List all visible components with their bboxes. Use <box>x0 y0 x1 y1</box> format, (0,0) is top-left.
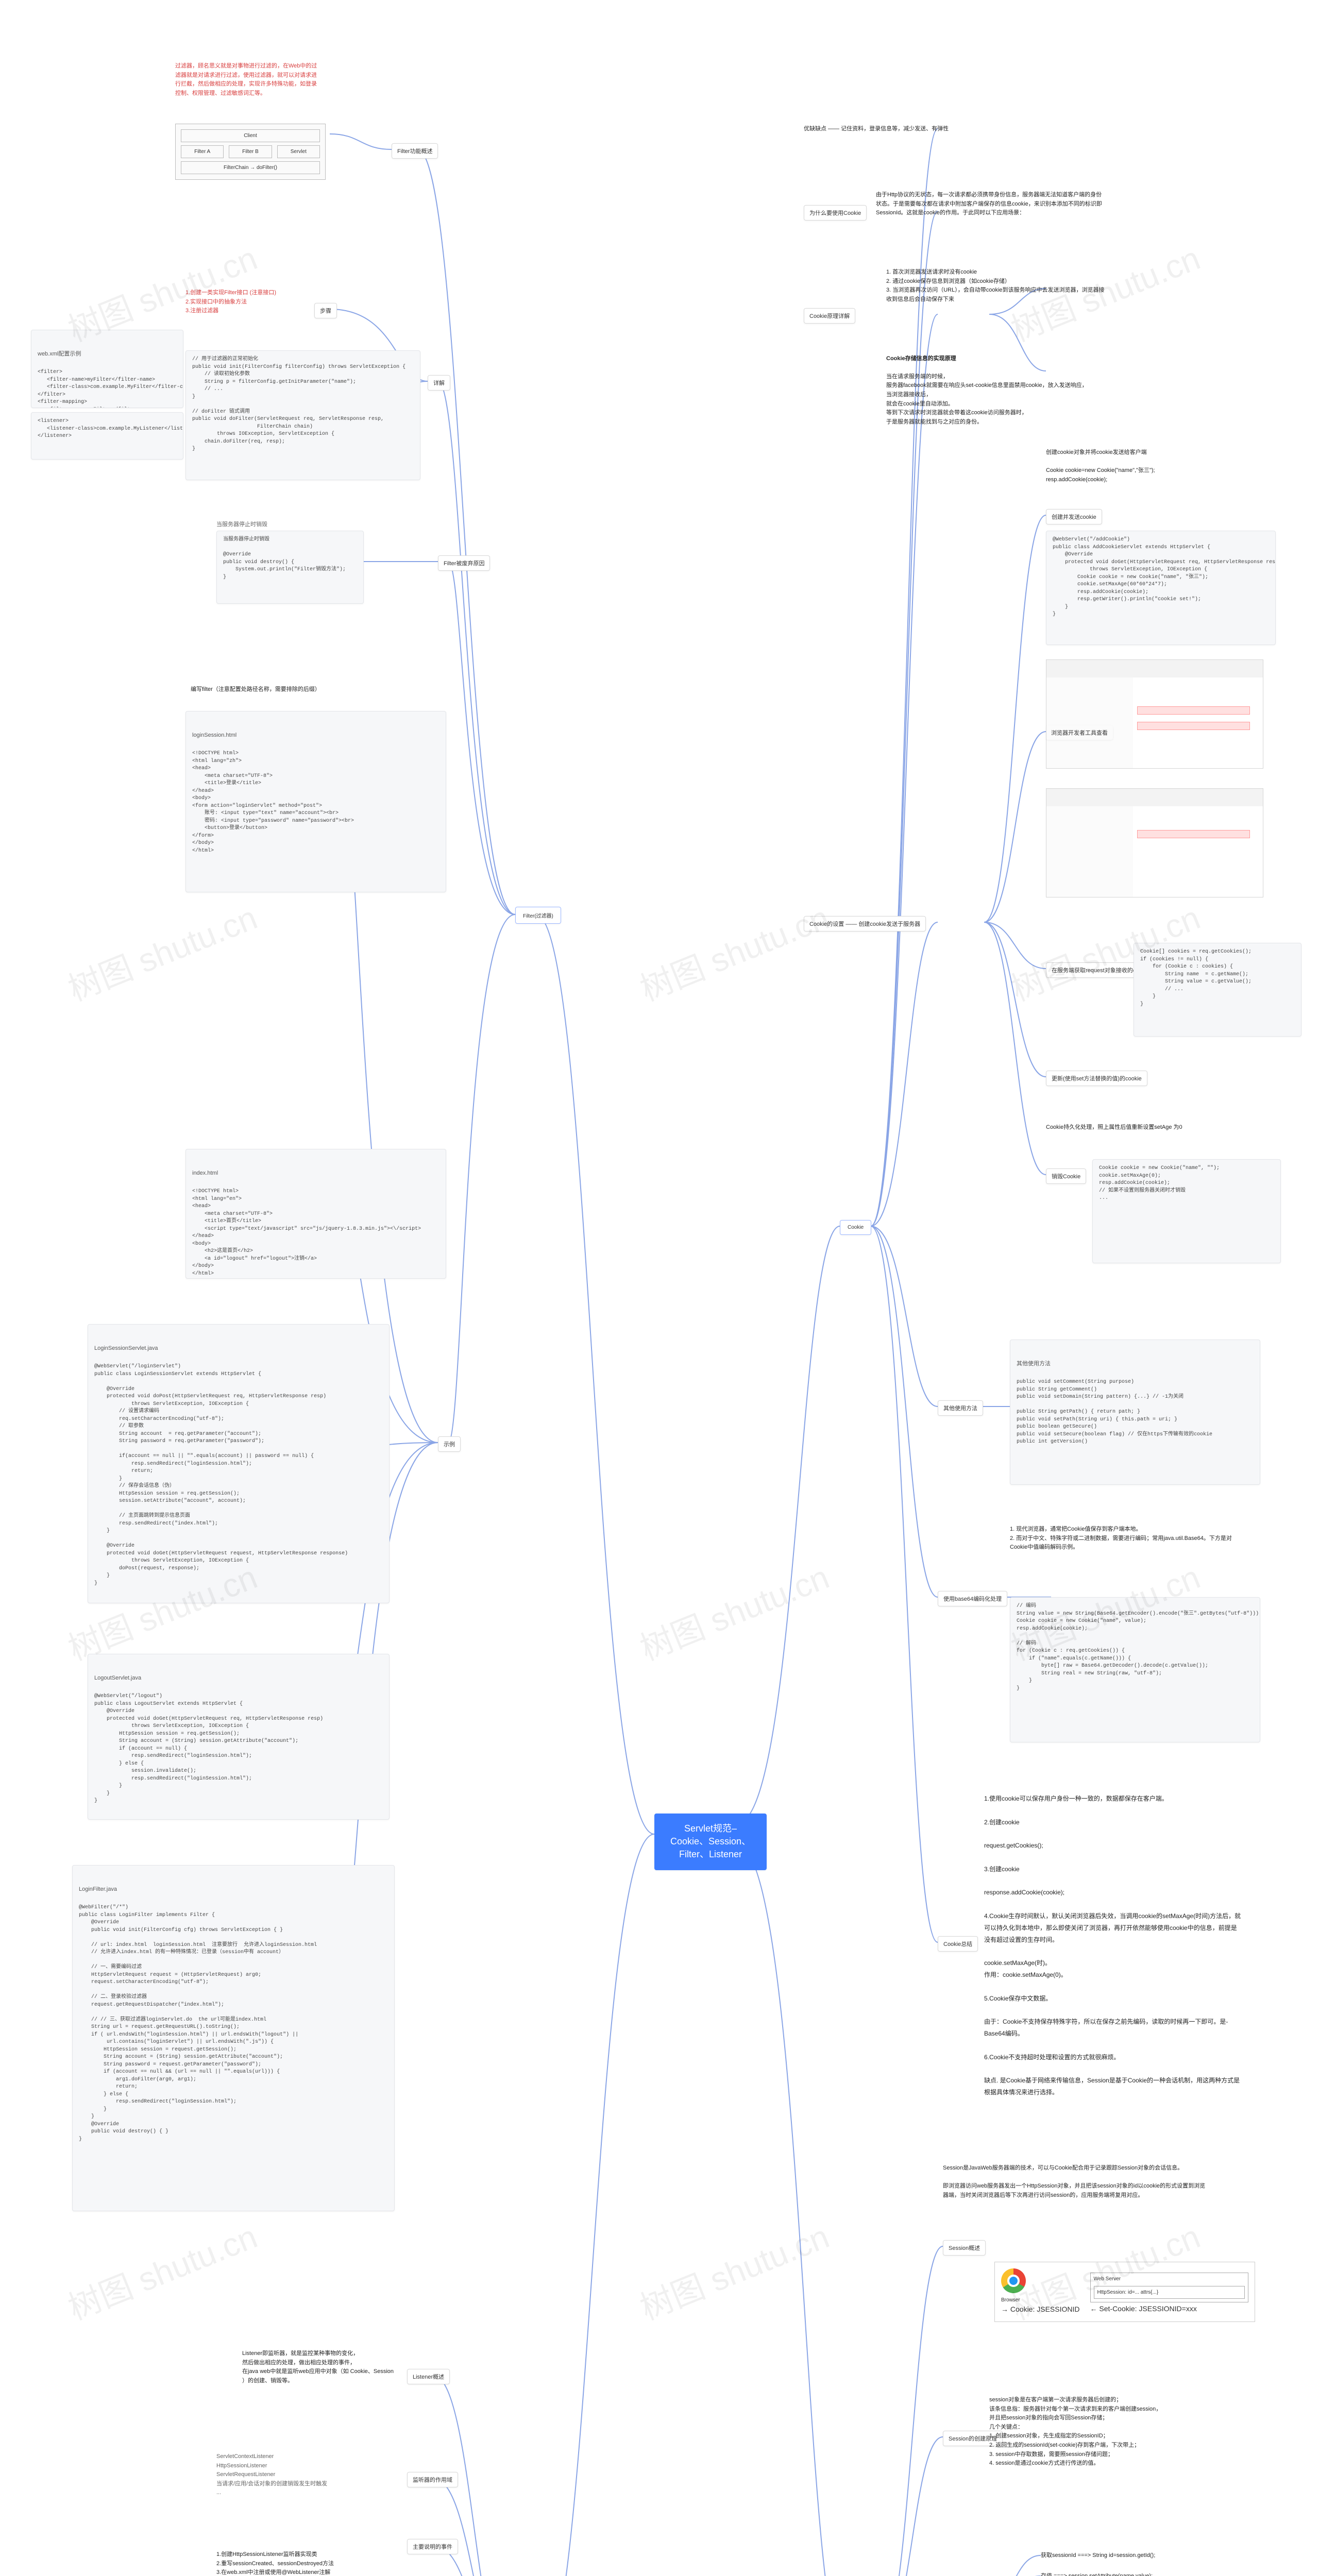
code-title: LogoutServlet.java <box>94 1674 383 1683</box>
destroy-cookie-node[interactable]: 销毁Cookie <box>1046 1168 1086 1184</box>
filter-overview-node[interactable]: Filter功能概述 <box>392 143 438 159</box>
code-title: index.html <box>192 1170 439 1178</box>
code-logout-servlet: LogoutServlet.java @WebServlet("/logout"… <box>88 1654 390 1820</box>
session-op-getid: 获取sessionId ===> String id=session.getId… <box>1041 2551 1155 2561</box>
cookie-ops-node[interactable]: Cookie的设置 —— 创建cookie发送于服务器 <box>804 916 926 931</box>
create-send-cookie-text: 创建cookie对象并将cookie发送给客户端 Cookie cookie=n… <box>1046 448 1242 484</box>
filter-overview-text: 过滤器，顾名思义就是对事物进行过滤的，在Web中的过滤器就是对请求进行过滤，使用… <box>175 62 319 98</box>
filter-destroy-node[interactable]: Filter被废弃原因 <box>438 555 490 571</box>
devtools-cookie-screenshot-1 <box>1046 659 1263 769</box>
cookie-advantages-text: 优缺缺点 —— 记住资料，登录信息等，减少发送、有弹性 <box>804 125 949 134</box>
listener-usage-steps: 1.创建HttpSessionListener监听器实现类 2.重写sessio… <box>216 2550 386 2576</box>
filter-detail-node[interactable]: 详解 <box>428 375 450 391</box>
cookie-summary-node[interactable]: Cookie总结 <box>938 1936 978 1952</box>
encode-cookie-code: // 编码 String value = new String(Base64.g… <box>1010 1597 1260 1742</box>
read-request-cookie-code: Cookie[] cookies = req.getCookies(); if … <box>1134 943 1301 1037</box>
code-login-filter: LoginFilter.java @WebFilter("/*") public… <box>72 1865 395 2211</box>
filter-example-node[interactable]: 示例 <box>438 1436 461 1452</box>
session-desc-node[interactable]: Session概述 <box>943 2240 986 2256</box>
code-webxml-listener: <listener> <listener-class>com.example.M… <box>31 412 183 460</box>
cookie-store-text: Cookie存储信息的实现原理 当在请求服务端的时候， 服务器facebook就… <box>886 345 1108 427</box>
listener-scope-node[interactable]: 监听器的作用域 <box>407 2472 458 2487</box>
filter-steps-node[interactable]: 步骤 <box>314 303 337 318</box>
cookie-theory-node[interactable]: Cookie原理详解 <box>804 308 855 324</box>
session-op-setattr: 存值 ===> session.setAttribute(name,value)… <box>1041 2572 1153 2576</box>
filter-steps-text: 1.创建一类实现Filter接口 (注意接口) 2.实现接口中的抽象方法 3.注… <box>185 289 299 316</box>
destroy-cookie-code: Cookie cookie = new Cookie("name", ""); … <box>1092 1159 1281 1263</box>
session-theory-text: session对象是在客户端第一次请求服务器后创建的； 该条信息指：服务器针对每… <box>989 2396 1247 2468</box>
code-login-servlet: LoginSessionServlet.java @WebServlet("/l… <box>88 1324 390 1603</box>
other-methods-code: 其他使用方法 public void setComment(String pur… <box>1010 1340 1260 1485</box>
code-webxml-filter: web.xml配置示例 <filter> <filter-name>myFilt… <box>31 330 183 408</box>
create-send-cookie-node[interactable]: 创建并发送cookie <box>1046 509 1102 524</box>
devtools-label: 浏览器开发者工具查看 <box>1046 725 1113 740</box>
update-cookie-node[interactable]: 更新(使用set方法替换的值)的cookie <box>1046 1071 1147 1086</box>
cookie-persist-title: Cookie持久化处理，照上属性后值重新设置setAge 为0 <box>1046 1123 1226 1132</box>
why-cookie-text: 由于Http协议的无状态，每一次请求都必须携带身份信息，服务器端无法知道客户端的… <box>876 191 1103 218</box>
code-title: LoginSessionServlet.java <box>94 1345 383 1353</box>
code-title: web.xml配置示例 <box>38 350 177 359</box>
code-title: loginSession.html <box>192 732 439 740</box>
other-methods-node[interactable]: 其他使用方法 <box>938 1400 983 1416</box>
filter-init-code: // 用于过滤器的正常初始化 public void init(FilterCo… <box>185 350 420 480</box>
filter-destroy-header: 当服务器停止时销毁 <box>216 520 267 530</box>
filter-section-node[interactable]: Filter(过滤器) <box>515 907 561 924</box>
devtools-cookie-screenshot-2 <box>1046 788 1263 897</box>
listener-event-list: ServletContextListener HttpSessionListen… <box>216 2452 392 2498</box>
cookie-section-node[interactable]: Cookie <box>840 1220 871 1235</box>
filter-example-header: 编写filter（注意配置处路径名称，需要排除的后缀） <box>191 685 320 694</box>
encode-intro-text: 1. 现代浏览器，通常把Cookie值保存到客户端本地。 2. 而对于中文、特殊… <box>1010 1525 1247 1552</box>
why-cookie-node[interactable]: 为什么要使用Cookie <box>804 205 867 221</box>
code-title: LoginFilter.java <box>79 1886 388 1894</box>
code-loginsession-html: loginSession.html <!DOCTYPE html> <html … <box>185 711 446 892</box>
listener-intro-text: Listener即监听器，就是监控某种事物的变化， 然后做出相应的处理，做出相应… <box>242 2349 397 2385</box>
create-send-cookie-code: @WebServlet("/addCookie") public class A… <box>1046 531 1276 645</box>
session-flow-diagram: Browser → Cookie: JSESSIONID Web Server … <box>994 2262 1255 2322</box>
filter-chain-diagram: Client Filter A Filter B Servlet FilterC… <box>175 124 326 180</box>
listener-event-node[interactable]: 主要说明的事件 <box>407 2539 458 2554</box>
mindmap-root-node[interactable]: Servlet规范–Cookie、Session、Filter、Listener <box>654 1814 767 1870</box>
cookie-summary-text: 1.使用cookie可以保存用户身份一种一致的，数据都保存在客户端。 2.创建c… <box>984 1793 1242 2098</box>
listener-intro-node[interactable]: Listener概述 <box>407 2369 450 2384</box>
encode-cookie-node[interactable]: 使用base64编码化处理 <box>938 1591 1007 1606</box>
code-index-html: index.html <!DOCTYPE html> <html lang="e… <box>185 1149 446 1279</box>
session-desc-text: Session是JavaWeb服务器端的技术，可以与Cookie配合用于记录跟踪… <box>943 2164 1211 2200</box>
chrome-icon <box>1001 2268 1026 2293</box>
cookie-theory-text: 1. 首次浏览器发送请求时没有cookie 2. 通过cookie保存信息到浏览… <box>886 268 1108 304</box>
filter-destroy-code: 当服务器停止时销毁 @Override public void destroy(… <box>216 531 364 604</box>
